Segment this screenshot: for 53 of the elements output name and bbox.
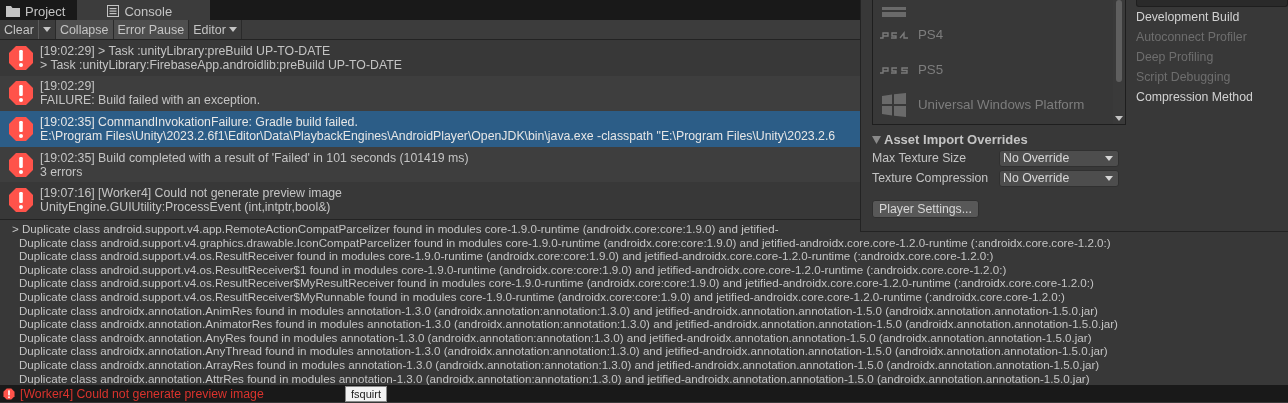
folder-icon (6, 5, 20, 17)
stack-trace-line: Duplicate class androidx.annotation.AttrRes found in modules annotation-1.3.0 (androidx.annotation:annotation:1.3.0) and jetified-androidx.annotation.annotation-1.5.0 (androidx.annotation.annotation-1.5.0.jar) (18, 371, 1091, 385)
expand-triangle-icon (872, 135, 881, 144)
window-panes-icon (882, 92, 906, 117)
stack-trace-line: Duplicate class androidx.annotation.AnyRes found in modules annotation-1.3.0 (androidx.annotation:annotation:1.3.0) and jetified-androidx.annotation.annotation-1.5.0 (androidx.annotation.annotation-1.5.0.jar) (18, 330, 1093, 345)
option-label: Compression Method (1136, 89, 1254, 106)
stack-trace-line: Duplicate class androidx.annotation.AnimRes found in modules annotation-1.3.0 (androidx.annotation:annotation:1.3.0) and jetified-androidx.annotation.annotation-1.5.0 (androidx.annotation.annotation-1.5.0.jar) (18, 303, 1099, 318)
dropdown[interactable]: No Override (999, 169, 1119, 187)
stack-trace-line: Duplicate class android.support.v4.os.ResultReceiver$MyResultReceiver found in modules core-1.9.0-runtime (androidx.core:core:1.9.0) and jetified-androidx.core.core-1.2.0-runtime (:androidx.core.core-1.2.0:) (18, 276, 1095, 290)
field-label: Texture Compression (872, 171, 990, 185)
error-icon (8, 80, 34, 107)
log-entry[interactable]: [19:02:29] FAILURE: Build failed with an exception. (0, 75, 862, 112)
console-icon (107, 5, 120, 17)
log-message: [19:02:29] > Task :unityLibrary:preBuild UP-TO-DATE > Task :unityLibrary:FirebaseApp.androidlib:preBuild UP-TO-DATE (40, 43, 402, 72)
logo-icon (879, 65, 909, 74)
error-icon (8, 151, 34, 178)
stack-trace-line: Duplicate class android.support.v4.graphics.drawable.IconCompatParcelizer found in modules core-1.9.0-runtime (androidx.core:core:1.9.0) and jetified-androidx.core.core-1.2.0-runtime (:androidx.core.core-1.2.0:) (18, 235, 1112, 250)
toggle-button[interactable]: Collapse (55, 20, 114, 39)
caret-icon (1105, 155, 1113, 161)
scrollbar[interactable] (1113, 0, 1125, 124)
error-icon (3, 387, 15, 400)
stack-trace-line: Duplicate class androidx.annotation.ArrayRes found in modules annotation-1.3.0 (androidx.annotation:annotation:1.3.0) and jetified-androidx.annotation.annotation-1.5.0 (androidx.annotation.annotation-1.5.0.jar) (18, 357, 1101, 372)
error-icon (8, 187, 34, 214)
tab[interactable]: Console (77, 0, 211, 20)
toggle-button[interactable]: Error Pause (113, 20, 190, 39)
log-message: [19:07:16] [Worker4] Could not generate preview image UnityEngine.GUIUtility:ProcessEvent (int,intptr,bool&) (40, 186, 342, 215)
log-message: [19:02:35] CommandInvokationFailure: Gradle build failed. E:\Program Files\Unity\2023.2.6f1\Editor\Data\PlaybackEngines\AndroidPlayer\OpenJDK\bin\java.exe -classpath "E:\Program Files\Unity\2023.2.6 (40, 115, 836, 143)
log-message: [19:02:29] FAILURE: Build failed with an exception. (40, 79, 261, 108)
option-label: Development Build (1136, 9, 1241, 26)
log-message: [19:02:35] Build completed with a result of 'Failed' in 101 seconds (101419 ms) 3 errors (40, 150, 469, 179)
tooltip: fsquirt (345, 386, 387, 402)
log-entry[interactable]: [19:02:35] CommandInvokationFailure: Gradle build failed. E:\Program Files\Unity\2023.2.6f1\Editor\Data\PlaybackEngines\AndroidPlayer\OpenJDK\bin\java.exe -classpath "E:\Program Files\Unity\2023.2.6 (0, 111, 862, 147)
scroll-down-icon (1115, 116, 1123, 121)
stack-trace-line: Duplicate class android.support.v4.os.ResultReceiver$MyRunnable found in modules core-1.9.0-runtime (androidx.core:core:1.9.0) and jetified-androidx.core.core-1.2.0-runtime (:androidx.core.core-1.2.0:) (18, 289, 1066, 304)
status-message: [Worker4] Could not generate preview image (20, 386, 264, 401)
stack-trace-line: > Duplicate class android.support.v4.app.RemoteActionCompatParcelizer found in modules core-1.9.0-runtime (androidx.core:core:1.9.0) and jetified- (11, 222, 780, 236)
player-settings-button[interactable]: Player Settings... (872, 200, 979, 218)
server-icon (882, 7, 906, 17)
log-entry[interactable]: [19:02:35] Build completed with a result of 'Failed' in 101 seconds (101419 ms) 3 errors (0, 146, 862, 183)
field-label: Max Texture Size (872, 151, 968, 165)
section-header[interactable]: Asset Import Overrides (872, 131, 1126, 148)
stack-trace-line: Duplicate class android.support.v4.os.ResultReceiver found in modules core-1.9.0-runtime (androidx.core:core:1.9.0) and jetified-androidx.core.core-1.2.0-runtime (:androidx.core.core-1.2.0:) (18, 249, 995, 263)
stack-trace-line: Duplicate class androidx.annotation.AnyThread found in modules annotation-1.3.0 (androidx.annotation:annotation:1.3.0) and jetified-androidx.annotation.annotation-1.5.0 (androidx.annotation.annotation-1.5.0.jar) (18, 344, 1109, 358)
error-icon (8, 116, 34, 142)
stack-trace-line: Duplicate class androidx.annotation.AnimatorRes found in modules annotation-1.3.0 (androidx.annotation:annotation:1.3.0) and jetified-androidx.annotation.annotation-1.5.0 (androidx.annotation.annotation-1.5.0.jar) (18, 317, 1119, 331)
caret-icon (42, 27, 51, 32)
logo-icon (879, 30, 909, 39)
tab[interactable]: Project (0, 0, 78, 20)
caret-icon (1105, 175, 1113, 181)
stack-trace-line: Duplicate class android.support.v4.os.ResultReceiver$1 found in modules core-1.9.0-runtime (androidx.core:core:1.9.0) and jetified-androidx.core.core-1.2.0-runtime (:androidx.core.core-1.2.0:) (18, 262, 1008, 277)
error-icon (8, 44, 34, 71)
caret-icon (228, 27, 237, 32)
dropdown[interactable]: No Override (999, 149, 1119, 167)
